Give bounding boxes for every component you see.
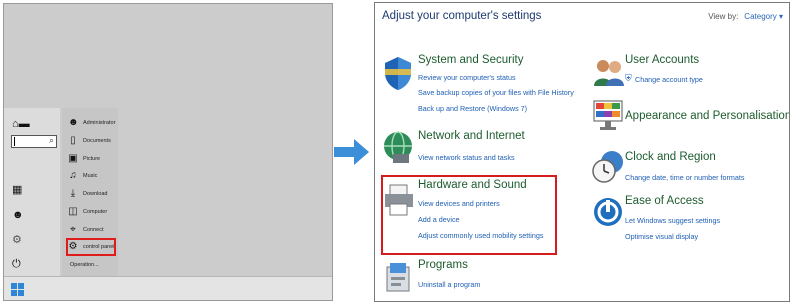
home-icon[interactable]: ⌂▬ xyxy=(12,118,30,130)
category-title-programs[interactable]: Programs xyxy=(418,259,468,271)
settings-icon[interactable]: ⚙ xyxy=(12,234,22,246)
control-panel-highlight xyxy=(66,238,116,256)
download-icon: ⤓ xyxy=(70,188,76,199)
appearance-icon xyxy=(593,100,623,130)
calendar-icon[interactable]: ▦ xyxy=(12,184,22,196)
menu-item-label: Connect xyxy=(83,227,104,233)
link-change-account-type[interactable]: Change account type xyxy=(635,75,703,84)
control-panel-window: Adjust your computer's settings View by:… xyxy=(374,2,790,302)
menu-item-download[interactable]: ⤓ Download xyxy=(68,187,108,201)
menu-item-administrator[interactable]: ☻ Administrator xyxy=(68,116,115,130)
link-backup-restore[interactable]: Back up and Restore (Windows 7) xyxy=(418,104,527,113)
ease-of-access-icon xyxy=(594,198,622,226)
right-arrow-icon xyxy=(334,139,369,165)
windows-start-icon[interactable] xyxy=(11,283,24,296)
clock-icon xyxy=(592,151,623,183)
smiley-icon[interactable]: ☻ xyxy=(12,209,24,221)
start-menu-screen: ⌂▬ ⌕ ▦ ☻ ⚙ ⏻ ☻ Administrator ▯ Documents… xyxy=(3,3,333,301)
taskbar xyxy=(4,276,332,300)
category-title-appearance[interactable]: Appearance and Personalisation xyxy=(625,110,789,122)
users-icon xyxy=(594,60,624,86)
search-icon: ⌕ xyxy=(48,135,54,145)
link-uninstall-program[interactable]: Uninstall a program xyxy=(418,280,480,289)
link-suggest-settings[interactable]: Let Windows suggest settings xyxy=(625,216,720,225)
category-title-users[interactable]: User Accounts xyxy=(625,54,699,66)
menu-item-operation[interactable]: Operation... xyxy=(70,258,99,272)
link-file-history[interactable]: Save backup copies of your files with Fi… xyxy=(418,88,574,97)
category-title-system[interactable]: System and Security xyxy=(418,54,523,66)
link-date-time-formats[interactable]: Change date, time or number formats xyxy=(625,173,744,182)
picture-icon: ▣ xyxy=(68,153,78,164)
menu-item-label: Music xyxy=(83,173,98,179)
category-title-clock[interactable]: Clock and Region xyxy=(625,151,716,163)
menu-item-label: Download xyxy=(83,191,108,197)
category-title-ease[interactable]: Ease of Access xyxy=(625,195,704,207)
screenshot-composite: ⌂▬ ⌕ ▦ ☻ ⚙ ⏻ ☻ Administrator ▯ Documents… xyxy=(0,0,793,304)
text-caret xyxy=(14,137,15,146)
menu-item-label: Operation... xyxy=(70,262,99,268)
menu-item-picture[interactable]: ▣ Picture xyxy=(68,152,100,166)
menu-item-documents[interactable]: ▯ Documents xyxy=(68,134,111,148)
power-icon[interactable]: ⏻ xyxy=(12,258,21,270)
search-input[interactable]: ⌕ xyxy=(11,135,57,148)
menu-item-label: Picture xyxy=(83,156,101,162)
link-review-status[interactable]: Review your computer's status xyxy=(418,73,516,82)
category-title-network[interactable]: Network and Internet xyxy=(418,130,525,142)
view-by-dropdown[interactable]: Category ▾ xyxy=(744,12,783,21)
menu-item-label: Computer xyxy=(83,209,108,215)
connect-icon: ⌖ xyxy=(70,224,76,235)
view-by-control[interactable]: View by: Category ▾ xyxy=(708,12,783,21)
computer-icon: ◫ xyxy=(68,206,78,217)
music-icon: ♫ xyxy=(69,170,77,181)
uac-shield-icon: ⛨ xyxy=(625,73,632,83)
view-by-label: View by: xyxy=(708,12,739,21)
page-title: Adjust your computer's settings xyxy=(382,10,542,22)
hardware-sound-highlight xyxy=(381,175,557,255)
menu-item-music[interactable]: ♫ Music xyxy=(68,169,97,183)
link-network-status[interactable]: View network status and tasks xyxy=(418,153,515,162)
shield-icon xyxy=(385,57,411,90)
document-icon: ▯ xyxy=(70,135,76,146)
user-icon: ☻ xyxy=(68,117,79,128)
menu-item-connect[interactable]: ⌖ Connect xyxy=(68,223,104,237)
programs-icon xyxy=(386,263,410,292)
network-globe-icon xyxy=(384,131,412,163)
menu-item-label: Administrator xyxy=(83,120,116,126)
link-optimise-display[interactable]: Optimise visual display xyxy=(625,232,698,241)
menu-item-label: Documents xyxy=(83,138,111,144)
menu-item-computer[interactable]: ◫ Computer xyxy=(68,205,107,219)
